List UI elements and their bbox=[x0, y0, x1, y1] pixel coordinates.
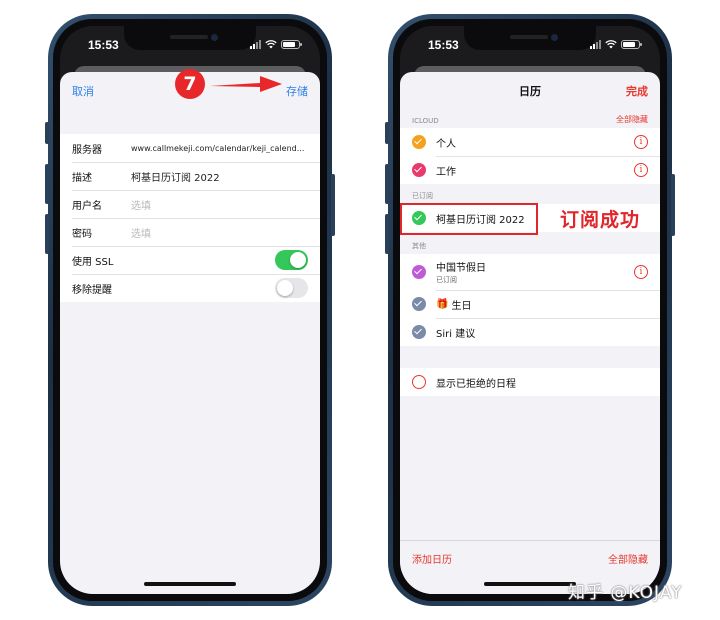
calendar-row-birthdays[interactable]: 🎁 生日 bbox=[400, 290, 660, 318]
calendars-sheet: 日历 完成 ICLOUD 全部隐藏 个人 i 工作 i 已订阅 柯基日历订阅 2… bbox=[400, 72, 660, 594]
cancel-button[interactable]: 取消 bbox=[72, 83, 94, 99]
description-value[interactable]: 柯基日历订阅 2022 bbox=[131, 169, 320, 184]
gift-icon: 🎁 bbox=[436, 298, 449, 310]
save-button[interactable]: 存储 bbox=[286, 83, 308, 99]
calendar-name: 工作 bbox=[436, 166, 456, 178]
calendar-row-work[interactable]: 工作 i bbox=[400, 156, 660, 184]
checkmark-icon[interactable] bbox=[412, 297, 426, 311]
home-indicator bbox=[144, 582, 236, 586]
section-title: 已订阅 bbox=[412, 192, 433, 200]
status-time: 15:53 bbox=[428, 38, 459, 52]
server-field[interactable]: 服务器 www.callmekeji.com/calendar/keji_cal… bbox=[60, 134, 320, 162]
password-field[interactable]: 密码 选填 bbox=[60, 218, 320, 246]
status-time: 15:53 bbox=[88, 38, 119, 52]
calendar-row-siri[interactable]: Siri 建议 bbox=[400, 318, 660, 346]
calendar-name: 生日 bbox=[451, 300, 472, 312]
other-list: 中国节假日 已订阅 i 🎁 生日 Siri 建议 bbox=[400, 254, 660, 346]
arrow-right-icon bbox=[210, 76, 282, 92]
notch bbox=[464, 26, 596, 50]
remove-alerts-toggle[interactable] bbox=[275, 278, 308, 298]
account-form: 服务器 www.callmekeji.com/calendar/keji_cal… bbox=[60, 134, 320, 302]
highlight-box bbox=[400, 203, 538, 235]
power-button bbox=[331, 174, 335, 236]
section-title: 其他 bbox=[412, 242, 426, 250]
icloud-list: 个人 i 工作 i bbox=[400, 128, 660, 184]
password-input[interactable]: 选填 bbox=[131, 225, 320, 240]
username-input[interactable]: 选填 bbox=[131, 197, 320, 212]
description-label: 描述 bbox=[72, 172, 92, 184]
mute-switch bbox=[45, 122, 49, 144]
page-title: 日历 bbox=[519, 85, 541, 98]
volume-down-button bbox=[385, 214, 389, 254]
wifi-icon bbox=[605, 40, 617, 49]
calendar-name: 中国节假日 bbox=[436, 263, 486, 274]
done-button[interactable]: 完成 bbox=[626, 83, 648, 99]
wifi-icon bbox=[265, 40, 277, 49]
phone-left: 15:53 取消 存储 服务器 www.callmekeji.com/calen… bbox=[45, 14, 335, 606]
use-ssl-toggle[interactable] bbox=[275, 250, 308, 270]
success-annotation: 订阅成功 bbox=[560, 209, 641, 231]
calendar-row-holidays[interactable]: 中国节假日 已订阅 i bbox=[400, 254, 660, 290]
calendar-subtitle: 已订阅 bbox=[436, 276, 457, 284]
watermark: 知乎 @KOJAY bbox=[568, 583, 683, 603]
server-value[interactable]: www.callmekeji.com/calendar/keji_calend.… bbox=[131, 144, 320, 153]
section-header-icloud: ICLOUD 全部隐藏 bbox=[400, 110, 660, 128]
checkmark-icon[interactable] bbox=[412, 135, 426, 149]
checkmark-icon[interactable] bbox=[412, 265, 426, 279]
checkmark-icon[interactable] bbox=[412, 325, 426, 339]
screen-right: 15:53 日历 完成 ICLOUD 全部隐藏 个人 i 工作 i 已订阅 柯基… bbox=[400, 26, 660, 594]
mute-switch bbox=[385, 122, 389, 144]
screen-left: 15:53 取消 存储 服务器 www.callmekeji.com/calen… bbox=[60, 26, 320, 594]
step-number-badge: 7 bbox=[175, 69, 205, 99]
remove-alerts-row: 移除提醒 bbox=[60, 274, 320, 302]
info-icon[interactable]: i bbox=[634, 265, 648, 279]
section-header-other: 其他 bbox=[400, 232, 660, 254]
power-button bbox=[671, 174, 675, 236]
calendar-name: Siri 建议 bbox=[436, 328, 476, 340]
nav-bar: 日历 完成 bbox=[400, 72, 660, 110]
home-indicator bbox=[484, 582, 576, 586]
volume-down-button bbox=[45, 214, 49, 254]
use-ssl-row: 使用 SSL bbox=[60, 246, 320, 274]
password-label: 密码 bbox=[72, 228, 92, 240]
server-label: 服务器 bbox=[72, 144, 102, 156]
description-field[interactable]: 描述 柯基日历订阅 2022 bbox=[60, 162, 320, 190]
section-header-subscribed: 已订阅 bbox=[400, 184, 660, 204]
battery-icon bbox=[281, 40, 302, 49]
notch bbox=[124, 26, 256, 50]
add-calendar-button[interactable]: 添加日历 bbox=[412, 551, 452, 594]
empty-circle-icon[interactable] bbox=[412, 375, 426, 389]
phone-right: 15:53 日历 完成 ICLOUD 全部隐藏 个人 i 工作 i 已订阅 柯基… bbox=[385, 14, 675, 606]
info-icon[interactable]: i bbox=[634, 135, 648, 149]
battery-icon bbox=[621, 40, 642, 49]
hide-all-icloud-button[interactable]: 全部隐藏 bbox=[616, 114, 648, 125]
checkmark-icon[interactable] bbox=[412, 163, 426, 177]
show-declined-row[interactable]: 显示已拒绝的日程 bbox=[400, 368, 660, 396]
username-label: 用户名 bbox=[72, 200, 102, 212]
volume-up-button bbox=[385, 164, 389, 204]
calendar-name: 个人 bbox=[436, 138, 456, 150]
show-declined-label: 显示已拒绝的日程 bbox=[436, 378, 516, 390]
use-ssl-label: 使用 SSL bbox=[72, 256, 114, 268]
remove-alerts-label: 移除提醒 bbox=[72, 284, 112, 296]
section-title: ICLOUD bbox=[412, 117, 439, 125]
volume-up-button bbox=[45, 164, 49, 204]
account-settings-sheet: 取消 存储 服务器 www.callmekeji.com/calendar/ke… bbox=[60, 72, 320, 594]
info-icon[interactable]: i bbox=[634, 163, 648, 177]
username-field[interactable]: 用户名 选填 bbox=[60, 190, 320, 218]
screenshot-stage: 15:53 取消 存储 服务器 www.callmekeji.com/calen… bbox=[0, 0, 720, 620]
calendar-row-personal[interactable]: 个人 i bbox=[400, 128, 660, 156]
